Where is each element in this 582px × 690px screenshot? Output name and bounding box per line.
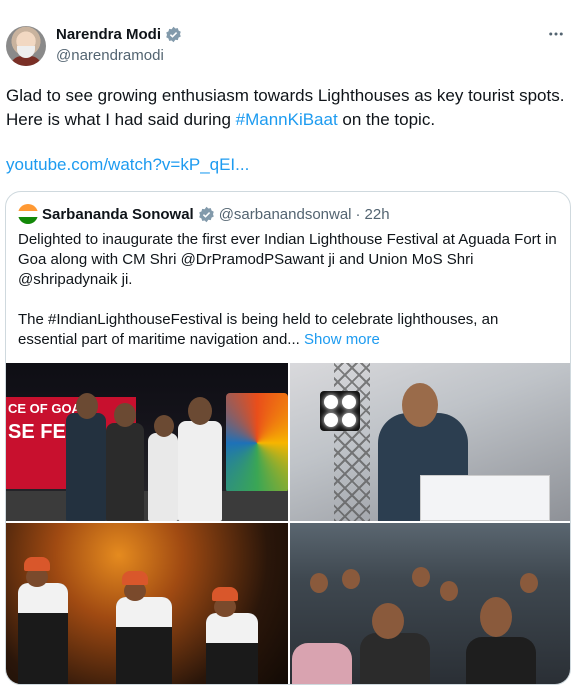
audience-member (360, 633, 430, 684)
show-more-link[interactable]: Show more (304, 331, 380, 348)
tweet-text-after: on the topic. (337, 110, 436, 129)
quote-paragraph-2-text: The #IndianLighthouseFestival is being h… (18, 311, 499, 348)
tweet-text: Glad to see growing enthusiasm towards L… (6, 84, 566, 132)
youtube-link[interactable]: youtube.com/watch?v=kP_qEI... (6, 155, 249, 175)
stage-floor (6, 491, 288, 521)
quoted-tweet[interactable]: Sarbananda Sonowal @sarbanandsonwal · 22… (5, 191, 571, 685)
quote-header: Sarbananda Sonowal @sarbanandsonwal · 22… (18, 204, 390, 224)
author-handle[interactable]: @narendramodi (56, 47, 182, 64)
person-head (154, 415, 174, 437)
quote-paragraph-1: Delighted to inaugurate the first ever I… (18, 231, 557, 288)
speaker-head (402, 383, 438, 427)
verified-badge-icon (166, 26, 181, 43)
person-figure (66, 413, 106, 521)
audience-member (466, 637, 536, 684)
person-head (76, 393, 98, 419)
author-name-row: Narendra Modi (56, 26, 182, 43)
photo-speaker-podium[interactable] (290, 363, 570, 521)
stage-screen (226, 393, 288, 493)
more-horizontal-icon[interactable] (544, 24, 568, 44)
audience-head (372, 603, 404, 639)
hashtag-link[interactable]: #MannKiBaat (236, 110, 338, 129)
quote-timestamp[interactable]: 22h (365, 206, 390, 223)
photo-lamp-lighting[interactable]: CE OF GOA SE FES (6, 363, 288, 521)
audience-head (480, 597, 512, 637)
quote-author-handle[interactable]: @sarbanandsonwal (219, 206, 352, 223)
quote-separator: · (355, 205, 361, 223)
dancer-figure (18, 557, 68, 684)
quote-author-name[interactable]: Sarbananda Sonowal (42, 206, 194, 223)
person-figure (148, 433, 178, 521)
author-name[interactable]: Narendra Modi (56, 26, 161, 43)
person-head (114, 403, 136, 427)
podium (420, 475, 550, 521)
verified-badge-icon (198, 206, 214, 222)
audience-member (292, 643, 352, 684)
stage-truss (334, 363, 370, 521)
dancer-figure (116, 571, 172, 684)
quote-text: Delighted to inaugurate the first ever I… (18, 230, 558, 370)
person-figure (178, 421, 222, 521)
author-avatar[interactable] (6, 26, 46, 66)
person-figure (106, 423, 144, 521)
photo-dancers[interactable] (6, 523, 288, 684)
author-block: Narendra Modi @narendramodi (56, 26, 182, 64)
photo-audience[interactable] (290, 523, 570, 684)
quote-paragraph-2: The #IndianLighthouseFestival is being h… (18, 310, 558, 350)
person-head (188, 397, 212, 425)
more-dots-svg (549, 32, 563, 36)
quote-avatar[interactable] (18, 204, 38, 224)
stage-lights (320, 391, 360, 431)
dancer-figure (206, 587, 258, 684)
photo-grid: CE OF GOA SE FES (6, 363, 570, 684)
